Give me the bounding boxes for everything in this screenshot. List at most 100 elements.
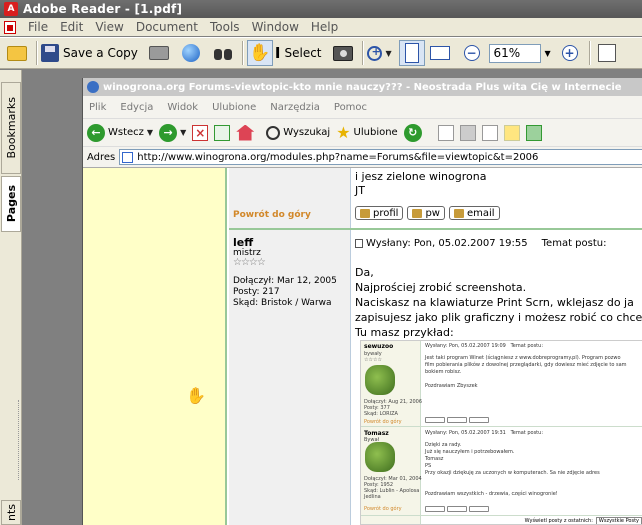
menu-edit[interactable]: Edit — [54, 20, 89, 34]
email-button: email — [448, 206, 500, 220]
arrow-right-icon: → — [159, 123, 178, 142]
magnifier-icon — [266, 125, 281, 140]
post-body: Da, Najprościej zrobić screenshota. Naci… — [355, 266, 642, 339]
ie-menu-tools: Narzędzia — [270, 101, 320, 113]
ie-address-bar: Adres http://www.winogrona.org/modules.p… — [83, 146, 642, 168]
ie-edit-button — [481, 124, 498, 141]
zoom-in-tool-button[interactable]: ▼ — [367, 40, 393, 66]
grape-avatar — [365, 365, 395, 395]
post-divider — [229, 228, 642, 230]
profile-button: profil — [355, 206, 404, 220]
fit-width-icon — [429, 46, 450, 60]
ie-refresh-button — [214, 124, 231, 141]
ie-menu-bar: Plik Edycja Widok Ulubione Narzędzia Pom… — [83, 96, 642, 118]
embedded-author-meta: Dołączył: Mar 01, 2004 Posty: 1952 Skąd:… — [364, 476, 422, 500]
people-icon — [525, 124, 542, 141]
magnifier-icon — [367, 45, 383, 61]
back-to-top-link: Powrót do góry — [233, 210, 311, 220]
menu-tools[interactable]: Tools — [204, 20, 246, 34]
document-pane[interactable]: winogrona.org Forums-viewtopic-kto mnie … — [22, 70, 642, 525]
zoom-out-button[interactable]: − — [459, 40, 485, 66]
previous-post-line1: i jesz zielone winogrona — [355, 170, 487, 183]
zoom-combobox[interactable]: ▼ — [488, 43, 555, 63]
tab-bookmarks[interactable]: Bookmarks — [1, 82, 21, 174]
search-button[interactable] — [210, 40, 236, 66]
ie-history-button: ↻ — [403, 123, 422, 142]
ie-stop-button: × — [192, 124, 209, 141]
menu-file[interactable]: File — [22, 20, 54, 34]
page-view-button[interactable] — [594, 40, 620, 66]
embedded-profile-button — [425, 417, 445, 423]
menu-bar: File Edit View Document Tools Window Hel… — [0, 18, 642, 36]
hand-tool-button[interactable]: ✋ — [246, 40, 273, 66]
printer-icon — [459, 124, 476, 141]
navigation-panel: Bookmarks Pages nts — [0, 70, 22, 525]
open-button[interactable] — [4, 40, 30, 66]
plus-icon: + — [561, 45, 578, 61]
ie-back-label: Wstecz — [108, 127, 144, 138]
document-menu-icon[interactable] — [4, 20, 16, 34]
chevron-down-icon[interactable]: ▼ — [385, 49, 391, 58]
embedded-post-text: Jest taki program Winet (ściągniesz z ww… — [425, 355, 627, 389]
pm-button: pw — [407, 206, 445, 220]
email-button[interactable] — [178, 40, 204, 66]
chevron-down-icon[interactable]: ▼ — [541, 44, 555, 63]
page-icon — [122, 151, 134, 163]
tab-pages-label: Pages — [4, 185, 18, 223]
menu-view[interactable]: View — [89, 20, 129, 34]
embedded-screenshot: sewuzoo bywały ☆☆☆☆ Dołączył: Aug 21, 20… — [360, 340, 642, 525]
binoculars-icon — [213, 45, 233, 61]
embedded-email-button — [469, 417, 489, 423]
menu-document[interactable]: Document — [130, 20, 204, 34]
ie-back-button: ← Wstecz ▼ — [87, 123, 153, 142]
text-cursor-icon: I — [274, 44, 281, 62]
pm-label: pw — [425, 207, 440, 219]
select-label: Select — [284, 46, 322, 60]
embedded-back-to-top: Powrót do góry — [364, 419, 402, 425]
zoom-in-button[interactable]: + — [557, 40, 583, 66]
pdf-page[interactable]: winogrona.org Forums-viewtopic-kto mnie … — [82, 78, 642, 525]
menu-window[interactable]: Window — [246, 20, 305, 34]
fit-page-button[interactable] — [398, 40, 425, 66]
embedded-post-buttons — [425, 506, 489, 512]
fit-width-button[interactable] — [427, 40, 453, 66]
profile-label: profil — [373, 207, 399, 219]
ie-search-button: Wyszukaj — [266, 125, 331, 140]
user-icon — [360, 208, 370, 218]
previous-post-line2: JT — [355, 184, 365, 197]
author-location: Skąd: Bristok / Warwa — [233, 298, 332, 308]
toolbar-separator — [241, 41, 243, 65]
tab-pages[interactable]: Pages — [1, 176, 21, 232]
tab-comments[interactable]: nts — [1, 500, 21, 525]
print-button[interactable] — [146, 40, 172, 66]
ie-menu-view: Widok — [167, 101, 199, 113]
ie-mail-button — [437, 124, 454, 141]
ie-logo-icon — [87, 81, 99, 93]
window-title: Adobe Reader - [1.pdf] — [23, 2, 183, 16]
embedded-author-name: sewuzoo — [364, 343, 394, 350]
panel-resize-grip[interactable] — [18, 400, 21, 480]
save-copy-label: Save a Copy — [63, 46, 138, 60]
ie-notes-button — [503, 124, 520, 141]
embedded-profile-button — [425, 506, 445, 512]
ie-window-title: winogrona.org Forums-viewtopic-kto mnie … — [103, 81, 622, 93]
snapshot-button[interactable] — [330, 40, 356, 66]
embedded-post-header: Wysłany: Pon, 05.02.2007 19:09 Temat pos… — [425, 343, 543, 349]
author-column — [229, 168, 351, 525]
embedded-post-header: Wysłany: Pon, 05.02.2007 19:31 Temat pos… — [425, 430, 543, 436]
zoom-level-input[interactable] — [488, 43, 541, 63]
fit-page-icon — [404, 43, 419, 63]
tab-bookmarks-label: Bookmarks — [4, 97, 18, 159]
embedded-pm-button — [447, 417, 467, 423]
embedded-post-row: Tomasz Bywał Dołączył: Mar 01, 2004 Post… — [361, 428, 642, 516]
ie-toolbar: ← Wstecz ▼ → ▼ × Wyszukaj ★ Ulubione ↻ — [83, 118, 642, 146]
save-copy-button[interactable]: Save a Copy — [41, 40, 138, 66]
menu-help[interactable]: Help — [305, 20, 344, 34]
grape-avatar — [365, 442, 395, 472]
ie-menu-help: Pomoc — [333, 101, 368, 113]
embedded-post-buttons — [425, 417, 489, 423]
ie-search-label: Wyszukaj — [283, 127, 331, 138]
sticky-note-icon — [503, 124, 520, 141]
select-tool-button[interactable]: I Select — [275, 40, 322, 66]
post-date: Wysłany: Pon, 05.02.2007 19:55 — [366, 238, 528, 249]
